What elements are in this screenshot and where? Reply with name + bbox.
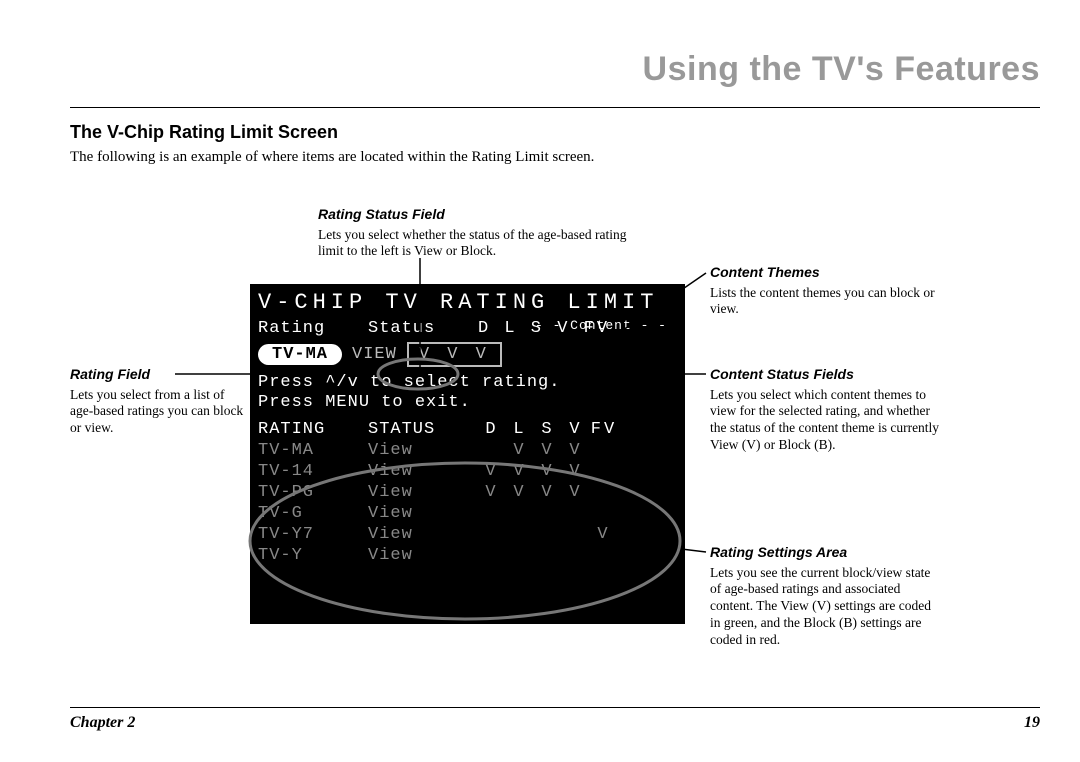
tcol-status: STATUS bbox=[368, 420, 478, 439]
callout-title: Rating Status Field bbox=[318, 206, 628, 224]
tcol-rating: RATING bbox=[258, 420, 368, 439]
cell-status: View bbox=[368, 546, 478, 565]
selected-themes-box[interactable]: V V V bbox=[407, 342, 502, 367]
cell-status: View bbox=[368, 483, 478, 502]
callout-title: Rating Settings Area bbox=[710, 544, 940, 562]
footer-chapter: Chapter 2 bbox=[70, 714, 135, 732]
cell-rating: TV-14 bbox=[258, 462, 368, 481]
callout-body: Lets you select whether the status of th… bbox=[318, 227, 628, 261]
table-row: TV-Y7View V bbox=[258, 525, 677, 544]
tv-selected-row: TV-MA VIEW V V V bbox=[258, 342, 677, 367]
callout-title: Content Themes bbox=[710, 264, 940, 282]
theme-value: V bbox=[506, 483, 534, 502]
callout-body: Lists the content themes you can block o… bbox=[710, 285, 940, 319]
divider bbox=[70, 107, 1040, 108]
tv-table: RATING STATUS DLSVFV TV-MAViewVVVTV-14Vi… bbox=[258, 420, 677, 565]
table-row: TV-14ViewVVVV bbox=[258, 462, 677, 481]
section-intro: The following is an example of where ite… bbox=[70, 149, 1040, 166]
callout-rating-field: Rating Field Lets you select from a list… bbox=[70, 366, 250, 437]
cell-themes: VVVV bbox=[478, 462, 668, 481]
table-row: TV-MAViewVVV bbox=[258, 441, 677, 460]
theme-value: V bbox=[478, 462, 506, 481]
cell-rating: TV-G bbox=[258, 504, 368, 523]
theme-D: D bbox=[478, 420, 506, 439]
tv-hint-2: Press MENU to exit. bbox=[258, 393, 677, 413]
callout-rating-status-field: Rating Status Field Lets you select whet… bbox=[318, 206, 628, 260]
footer-page-number: 19 bbox=[1024, 714, 1040, 732]
cell-status: View bbox=[368, 441, 478, 460]
selected-rating-pill[interactable]: TV-MA bbox=[258, 344, 342, 365]
theme-value: V bbox=[534, 483, 562, 502]
theme-value: V bbox=[562, 462, 590, 481]
chapter-title: Using the TV's Features bbox=[70, 50, 1040, 89]
tv-hint-1: Press ^/v to select rating. bbox=[258, 373, 677, 393]
cell-themes bbox=[478, 546, 668, 565]
theme-L: L bbox=[506, 420, 534, 439]
theme-value: V bbox=[506, 462, 534, 481]
cell-rating: TV-MA bbox=[258, 441, 368, 460]
callout-title: Content Status Fields bbox=[710, 366, 940, 384]
diagram-area: Rating Status Field Lets you select whet… bbox=[70, 206, 1040, 666]
callout-content-status-fields: Content Status Fields Lets you select wh… bbox=[710, 366, 940, 454]
table-row: TV-YView bbox=[258, 546, 677, 565]
cell-rating: TV-Y bbox=[258, 546, 368, 565]
table-row: TV-GView bbox=[258, 504, 677, 523]
cell-status: View bbox=[368, 525, 478, 544]
cell-status: View bbox=[368, 462, 478, 481]
cell-rating: TV-Y7 bbox=[258, 525, 368, 544]
tv-title: V-CHIP TV RATING LIMIT bbox=[258, 290, 677, 315]
theme-S: S bbox=[534, 420, 562, 439]
section-title: The V-Chip Rating Limit Screen bbox=[70, 122, 1040, 143]
theme-FV: FV bbox=[590, 420, 618, 439]
tv-content-header: - - Content - - bbox=[535, 318, 667, 333]
callout-rating-settings-area: Rating Settings Area Lets you see the cu… bbox=[710, 544, 940, 649]
cell-status: View bbox=[368, 504, 478, 523]
manual-page: Using the TV's Features The V-Chip Ratin… bbox=[0, 0, 1080, 762]
selected-status[interactable]: VIEW bbox=[352, 345, 397, 364]
table-row: TV-PGViewVVVV bbox=[258, 483, 677, 502]
theme-V: V bbox=[562, 420, 590, 439]
theme-value: V bbox=[590, 525, 618, 544]
callout-body: Lets you see the current block/view stat… bbox=[710, 565, 940, 649]
cell-themes: V bbox=[478, 525, 668, 544]
theme-value: V bbox=[562, 441, 590, 460]
page-footer: Chapter 2 19 bbox=[70, 707, 1040, 732]
theme-value: V bbox=[506, 441, 534, 460]
cell-themes bbox=[478, 504, 668, 523]
col-rating: Rating bbox=[258, 319, 368, 338]
callout-body: Lets you select from a list of age-based… bbox=[70, 387, 250, 438]
callout-content-themes: Content Themes Lists the content themes … bbox=[710, 264, 940, 318]
cell-rating: TV-PG bbox=[258, 483, 368, 502]
callout-title: Rating Field bbox=[70, 366, 250, 384]
callout-body: Lets you select which content themes to … bbox=[710, 387, 940, 455]
theme-value: V bbox=[534, 462, 562, 481]
theme-value: V bbox=[478, 483, 506, 502]
theme-value: V bbox=[534, 441, 562, 460]
cell-themes: VVVV bbox=[478, 483, 668, 502]
cell-themes: VVV bbox=[478, 441, 668, 460]
col-status: Status bbox=[368, 319, 478, 338]
tcol-themes: DLSVFV bbox=[478, 420, 668, 439]
theme-value: V bbox=[562, 483, 590, 502]
tv-screenshot: V-CHIP TV RATING LIMIT - - Content - - R… bbox=[250, 284, 685, 624]
